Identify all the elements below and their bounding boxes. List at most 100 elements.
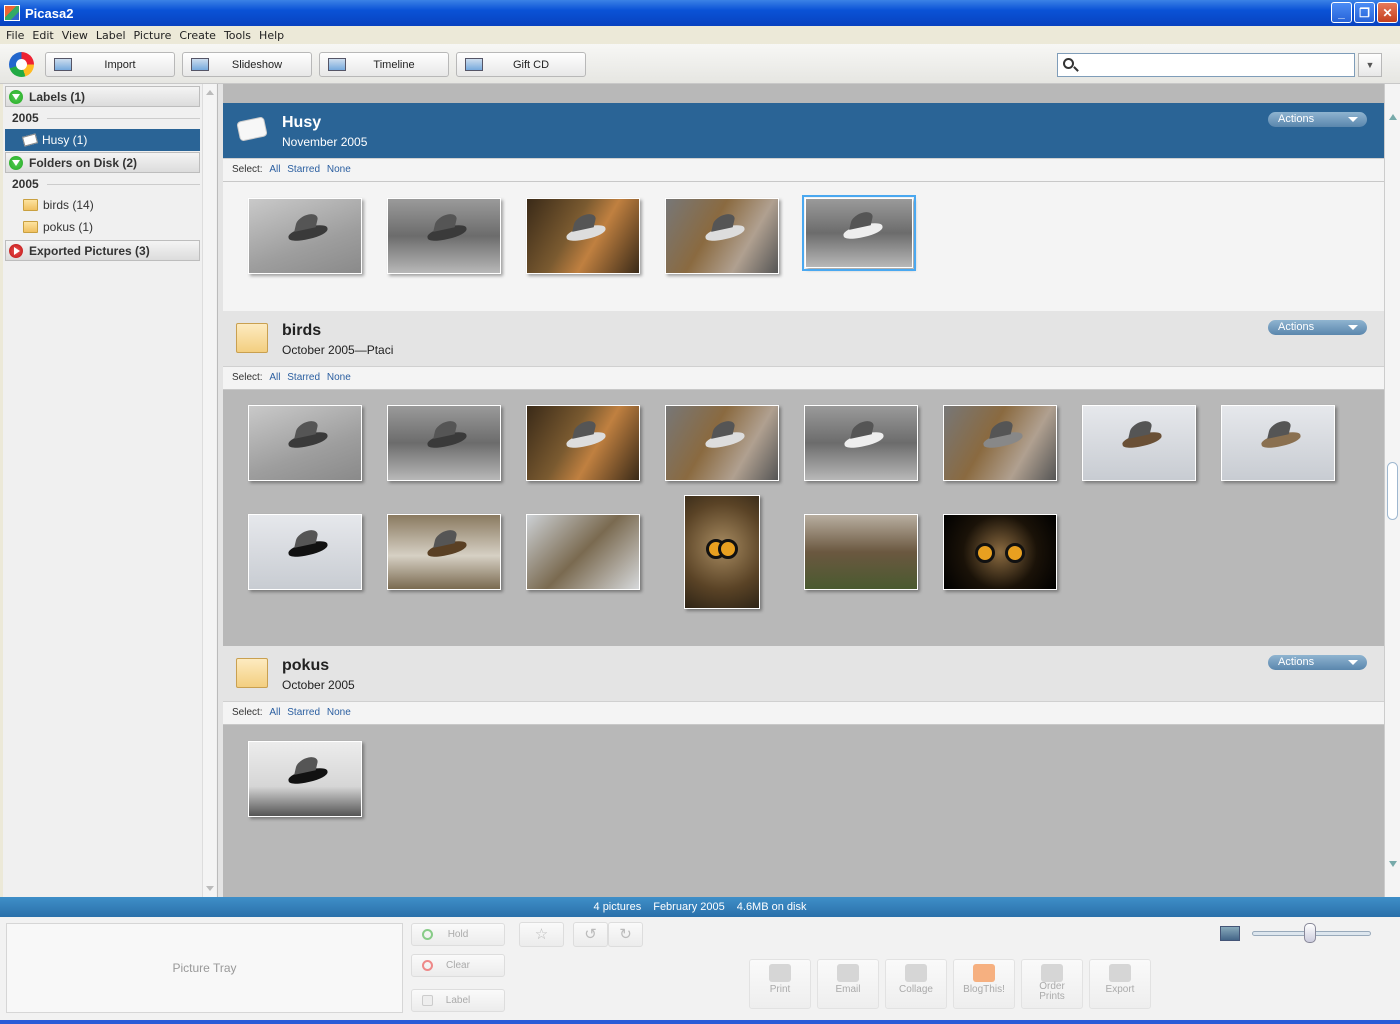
album-date: October 2005 — [282, 678, 355, 692]
labels-section-header[interactable]: Labels (1) — [5, 86, 200, 107]
rotate-right-button[interactable]: ↻ — [608, 922, 643, 947]
collage-button[interactable]: Collage — [885, 959, 947, 1009]
printer-icon — [769, 964, 791, 982]
photo-thumbnail[interactable] — [248, 405, 362, 481]
menu-file[interactable]: File — [2, 29, 28, 42]
photo-thumbnail[interactable] — [387, 198, 501, 274]
actions-button[interactable]: Actions — [1268, 112, 1367, 127]
photo-thumbnail[interactable] — [804, 405, 918, 481]
folders-header-text: Folders on Disk (2) — [29, 155, 138, 170]
photo-thumbnail[interactable] — [387, 405, 501, 481]
photo-thumbnail[interactable] — [526, 198, 640, 274]
picture-tray[interactable]: Picture Tray — [6, 923, 403, 1013]
photo-thumbnail[interactable] — [526, 514, 640, 590]
folders-section-header[interactable]: Folders on Disk (2) — [5, 152, 200, 173]
maximize-button[interactable]: ❐ — [1354, 2, 1375, 23]
status-bar: 4 pictures February 2005 4.6MB on disk — [0, 897, 1400, 917]
select-starred-link[interactable]: Starred — [287, 707, 320, 718]
select-all-link[interactable]: All — [269, 164, 280, 175]
scroll-thumb[interactable] — [1387, 462, 1398, 520]
photo-thumbnail[interactable] — [943, 405, 1057, 481]
actions-button[interactable]: Actions — [1268, 320, 1367, 335]
search-dropdown-button[interactable]: ▼ — [1358, 53, 1382, 77]
collage-label: Collage — [899, 984, 933, 995]
cd-icon — [465, 58, 483, 71]
photo-thumbnail[interactable] — [943, 514, 1057, 590]
close-button[interactable]: ✕ — [1377, 2, 1398, 23]
photo-thumbnail[interactable] — [248, 514, 362, 590]
email-button[interactable]: Email — [817, 959, 879, 1009]
star-button[interactable]: ☆ — [519, 922, 564, 947]
export-button[interactable]: Export — [1089, 959, 1151, 1009]
folder-item-birds[interactable]: birds (14) — [5, 194, 200, 216]
label-item-husy[interactable]: Husy (1) — [5, 129, 200, 151]
minimize-button[interactable]: _ — [1331, 2, 1352, 23]
rotate-right-icon: ↻ — [619, 926, 632, 943]
menu-tools[interactable]: Tools — [220, 29, 255, 42]
hold-icon — [422, 929, 433, 940]
menu-label[interactable]: Label — [92, 29, 130, 42]
timeline-button[interactable]: Timeline — [319, 52, 449, 77]
photo-thumbnail[interactable] — [248, 198, 362, 274]
photo-thumbnail[interactable] — [1082, 405, 1196, 481]
scroll-down-icon[interactable] — [1389, 861, 1397, 867]
menu-edit[interactable]: Edit — [28, 29, 57, 42]
order-prints-button[interactable]: Order Prints — [1021, 959, 1083, 1009]
hold-button[interactable]: Hold — [411, 923, 505, 946]
select-row: Select: All Starred None — [223, 366, 1384, 390]
scroll-up-icon[interactable] — [1389, 114, 1397, 120]
album-header[interactable]: Husy November 2005 Actions — [223, 103, 1384, 158]
folder-item-pokus[interactable]: pokus (1) — [5, 216, 200, 238]
picasa-logo-icon[interactable] — [9, 52, 34, 77]
import-button[interactable]: Import — [45, 52, 175, 77]
photo-thumbnail[interactable] — [1221, 405, 1335, 481]
album-birds: birds October 2005—Ptaci Actions Select:… — [223, 311, 1384, 646]
menu-view[interactable]: View — [58, 29, 92, 42]
blogthis-button[interactable]: BlogThis! — [953, 959, 1015, 1009]
select-row: Select: All Starred None — [223, 158, 1384, 182]
gift-cd-button[interactable]: Gift CD — [456, 52, 586, 77]
album-header[interactable]: birds October 2005—Ptaci Actions — [223, 311, 1384, 366]
slider-handle[interactable] — [1304, 923, 1316, 943]
search-icon — [1063, 58, 1074, 69]
select-starred-link[interactable]: Starred — [287, 372, 320, 383]
clear-label: Clear — [446, 960, 470, 971]
library-scrollbar[interactable] — [202, 84, 216, 897]
print-button[interactable]: Print — [749, 959, 811, 1009]
menu-create[interactable]: Create — [175, 29, 220, 42]
clear-button[interactable]: Clear — [411, 954, 505, 977]
photo-thumbnail[interactable] — [526, 405, 640, 481]
expand-icon — [9, 155, 23, 170]
camera-icon — [54, 58, 72, 71]
select-label: Select: — [232, 164, 263, 175]
folder-item-text: birds (14) — [43, 198, 94, 212]
select-none-link[interactable]: None — [327, 164, 351, 175]
search-box — [1057, 53, 1355, 77]
select-none-link[interactable]: None — [327, 372, 351, 383]
photo-thumbnail[interactable] — [665, 198, 779, 274]
photo-thumbnail[interactable] — [804, 514, 918, 590]
menu-picture[interactable]: Picture — [130, 29, 176, 42]
select-all-link[interactable]: All — [269, 372, 280, 383]
photo-thumbnail-selected[interactable] — [802, 195, 916, 271]
thumbnail-size-icon — [1220, 926, 1240, 941]
select-none-link[interactable]: None — [327, 707, 351, 718]
album-header[interactable]: pokus October 2005 Actions — [223, 646, 1384, 701]
taskbar-edge — [0, 1020, 1400, 1024]
menu-help[interactable]: Help — [255, 29, 288, 42]
select-all-link[interactable]: All — [269, 707, 280, 718]
exported-section-header[interactable]: Exported Pictures (3) — [5, 240, 200, 261]
photo-thumbnail[interactable] — [665, 405, 779, 481]
slideshow-button[interactable]: Slideshow — [182, 52, 312, 77]
photo-thumbnail[interactable] — [248, 741, 362, 817]
label-button[interactable]: Label — [411, 989, 505, 1012]
export-label: Export — [1105, 984, 1135, 995]
photo-thumbnail[interactable] — [684, 495, 760, 609]
album-scrollbar[interactable] — [1384, 84, 1400, 897]
search-input[interactable] — [1082, 56, 1350, 74]
picasa-app-icon — [4, 5, 20, 21]
actions-button[interactable]: Actions — [1268, 655, 1367, 670]
rotate-left-button[interactable]: ↺ — [573, 922, 608, 947]
select-starred-link[interactable]: Starred — [287, 164, 320, 175]
photo-thumbnail[interactable] — [387, 514, 501, 590]
